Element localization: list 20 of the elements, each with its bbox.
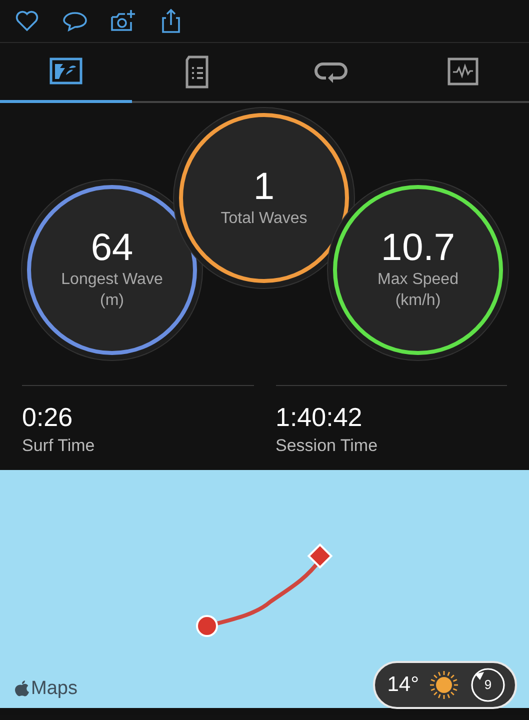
metric-label: Longest Wave	[61, 270, 163, 290]
metric-value: 10.7	[381, 228, 455, 270]
metric-unit: (m)	[100, 290, 124, 311]
heart-icon	[14, 8, 40, 34]
metric-label: Total Waves	[220, 208, 308, 228]
metric-value: 64	[90, 228, 134, 270]
temperature: 14°	[387, 672, 419, 698]
stat-value: 0:26	[22, 402, 74, 434]
metric-unit: (km/h)	[395, 290, 441, 311]
wind-direction-icon	[469, 666, 507, 704]
apple-logo-icon	[14, 680, 30, 698]
metric-label: Max Speed	[378, 270, 458, 290]
camera-plus-icon	[110, 8, 136, 34]
metric-value: 1	[253, 166, 275, 208]
stat-label: Session Time	[276, 435, 379, 458]
wind-speed: 9	[484, 676, 492, 694]
stat-value: 1:40:42	[276, 402, 364, 434]
stat-label: Surf Time	[22, 435, 96, 458]
sun-icon	[429, 670, 459, 700]
maps-attribution: Maps	[31, 676, 78, 700]
